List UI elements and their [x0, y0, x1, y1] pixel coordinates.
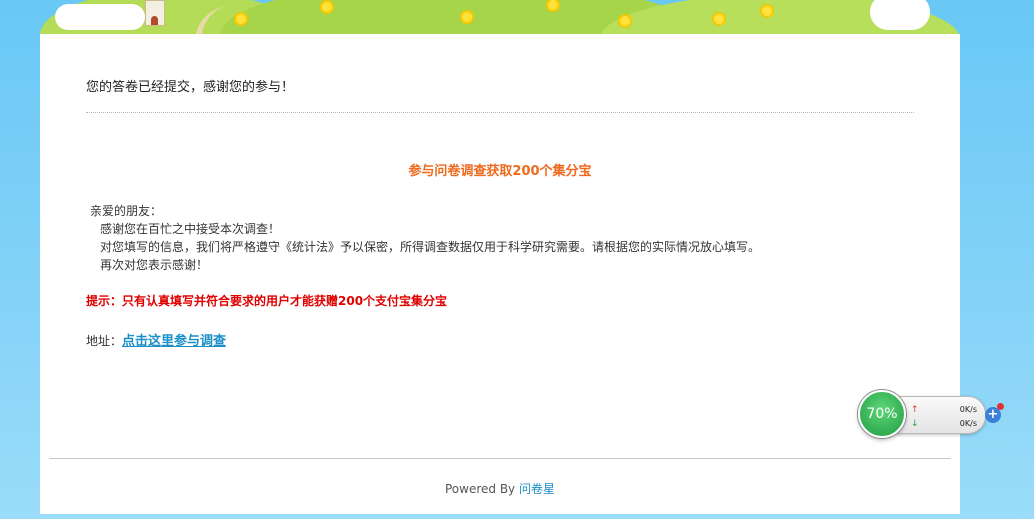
flower-icon: [762, 6, 772, 16]
flower-icon: [322, 2, 332, 12]
flower-icon: [548, 0, 558, 10]
arrow-up-icon: ↑: [911, 405, 919, 415]
letter-line: 再次对您表示感谢！: [100, 258, 209, 272]
brand-link[interactable]: 问卷星: [519, 482, 555, 496]
powered-by-label: Powered By: [444, 482, 516, 496]
cloud-decoration: [55, 4, 145, 30]
upload-speed: 0K/s: [959, 405, 977, 414]
survey-link[interactable]: 点击这里参与调查: [122, 334, 226, 349]
cloud-decoration: [870, 0, 930, 30]
flower-icon: [714, 14, 724, 24]
footer: Powered By 问卷星: [40, 480, 960, 497]
letter-greeting: 亲爱的朋友：: [90, 204, 163, 218]
arrow-down-icon: ↓: [911, 419, 919, 429]
windmill-icon: [145, 0, 165, 26]
content-panel: 您的答卷已经提交，感谢您的参与！ 参与问卷调查获取200个集分宝 亲爱的朋友： …: [40, 34, 960, 514]
address-label: 地址：: [86, 334, 123, 348]
survey-title: 参与问卷调查获取200个集分宝: [408, 164, 592, 179]
flower-icon: [236, 14, 246, 24]
letter-line: 感谢您在百忙之中接受本次调查！: [100, 222, 281, 236]
survey-letter: 亲爱的朋友： 感谢您在百忙之中接受本次调查！ 对您填写的信息，我们将严格遵守《统…: [90, 202, 760, 274]
tip-message: 提示：只有认真填写并符合要求的用户才能获赠200个支付宝集分宝: [86, 294, 448, 308]
address-row: 地址：点击这里参与调查: [86, 330, 226, 349]
flower-icon: [620, 16, 630, 26]
memory-percent-circle[interactable]: 70%: [858, 390, 906, 438]
flower-icon: [462, 12, 472, 22]
footer-divider: [49, 458, 951, 459]
windmill-door: [151, 16, 158, 25]
submission-message: 您的答卷已经提交，感谢您的参与！: [86, 80, 295, 95]
dotted-divider: [86, 112, 914, 113]
header-banner: [0, 0, 1034, 36]
notification-dot: [997, 403, 1004, 410]
network-speed-widget[interactable]: ↑ 0K/s ↓ 0K/s + 70%: [858, 390, 1004, 438]
letter-line: 对您填写的信息，我们将严格遵守《统计法》予以保密，所得调查数据仅用于科学研究需要…: [100, 240, 761, 254]
download-speed: 0K/s: [959, 419, 977, 428]
